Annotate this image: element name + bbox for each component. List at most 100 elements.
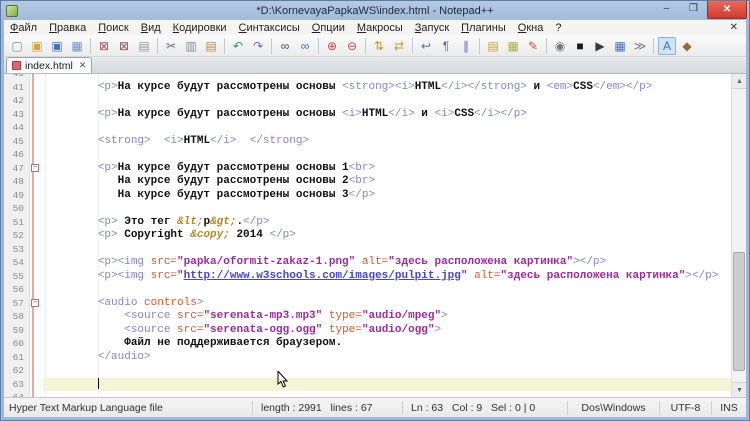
save-file-icon[interactable]: ▣: [48, 37, 66, 55]
editor-line-56[interactable]: 56: [4, 283, 731, 297]
stop-recording-icon[interactable]: ■: [571, 37, 589, 55]
title-bar[interactable]: *D:\KornevayaPapkaWS\index.html - Notepa…: [1, 1, 749, 20]
status-encoding[interactable]: UTF-8: [660, 401, 712, 415]
spell-check-icon[interactable]: A: [658, 37, 676, 55]
close-button[interactable]: ✕: [707, 1, 747, 19]
menu-item-плагины[interactable]: Плагины: [455, 22, 512, 34]
code-line-text: [43, 202, 731, 216]
scroll-up-arrow-icon[interactable]: ▲: [732, 74, 746, 89]
fold-cell: [30, 270, 43, 284]
menubar-close-icon[interactable]: ✕: [722, 22, 746, 33]
window-title: *D:\KornevayaPapkaWS\index.html - Notepa…: [1, 5, 749, 17]
fold-cell: [30, 283, 43, 297]
editor-line-47[interactable]: 47− <p>На курсе будут рассмотрены основы…: [4, 162, 731, 176]
editor-line-53[interactable]: 53: [4, 243, 731, 257]
playback-macro-icon[interactable]: ▶: [591, 37, 609, 55]
save-macro-icon[interactable]: ▦: [611, 37, 629, 55]
plugin-hand-icon[interactable]: ◆: [678, 37, 696, 55]
maximize-button[interactable]: ❐: [680, 1, 707, 16]
editor-line-60[interactable]: 60 Файл не поддерживается браузером.: [4, 337, 731, 351]
run-macro-multiple-icon[interactable]: ≫: [631, 37, 649, 55]
menu-item-запуск[interactable]: Запуск: [409, 22, 455, 34]
editor-line-48[interactable]: 48 На курсе будут рассмотрены основы 2<b…: [4, 175, 731, 189]
editor-line-49[interactable]: 49 На курсе будут рассмотрены основы 3</…: [4, 189, 731, 203]
line-number: 43: [4, 108, 30, 122]
mouse-cursor: [277, 371, 289, 389]
editor-line-42[interactable]: 42: [4, 94, 731, 108]
editor-line-46[interactable]: 46: [4, 148, 731, 162]
paste-icon[interactable]: ▤: [202, 37, 220, 55]
word-wrap-icon[interactable]: ↩: [417, 37, 435, 55]
editor-line-51[interactable]: 51 <p> Это тег &lt;p&gt;.</p>: [4, 216, 731, 230]
toolbar-separator: [90, 38, 91, 54]
new-file-icon[interactable]: ▢: [8, 37, 26, 55]
show-all-characters-icon[interactable]: ¶: [437, 37, 455, 55]
code-editor[interactable]: 4041 <p>На курсе будут рассмотрены основ…: [4, 74, 746, 397]
editor-line-44[interactable]: 44: [4, 121, 731, 135]
menu-item-макросы[interactable]: Макросы: [351, 22, 409, 34]
editor-line-43[interactable]: 43 <p>На курсе будут рассмотрены основы …: [4, 108, 731, 122]
code-line-text: <p> Copyright &copy; 2014 </p>: [43, 229, 731, 243]
code-line-text: <source src="serenata-mp3.mp3" type="aud…: [43, 310, 731, 324]
zoom-out-icon[interactable]: ⊖: [343, 37, 361, 55]
editor-line-55[interactable]: 55 <p><img src="http://www.w3schools.com…: [4, 270, 731, 284]
sync-vertical-scroll-icon[interactable]: ⇅: [370, 37, 388, 55]
menu-item-кодировки[interactable]: Кодировки: [167, 22, 233, 34]
zoom-in-icon[interactable]: ⊕: [323, 37, 341, 55]
status-insert-mode[interactable]: INS: [712, 401, 746, 415]
text-caret: [98, 378, 99, 389]
editor-line-52[interactable]: 52 <p> Copyright &copy; 2014 </p>: [4, 229, 731, 243]
menu-item-опции[interactable]: Опции: [306, 22, 351, 34]
cut-icon[interactable]: ✂: [162, 37, 180, 55]
minimize-button[interactable]: –: [653, 1, 680, 16]
menu-item-окна[interactable]: Окна: [512, 22, 550, 34]
close-file-icon[interactable]: ⊠: [95, 37, 113, 55]
scrollbar-thumb[interactable]: [733, 252, 745, 372]
undo-icon[interactable]: ↶: [229, 37, 247, 55]
status-eol-format[interactable]: Dos\Windows: [568, 401, 660, 415]
menu-item-синтаксисы[interactable]: Синтаксисы: [233, 22, 306, 34]
editor-line-62[interactable]: 62: [4, 364, 731, 378]
editor-line-59[interactable]: 59 <source src="serenata-ogg.ogg" type="…: [4, 324, 731, 338]
print-icon[interactable]: ▤: [135, 37, 153, 55]
editor-line-57[interactable]: 57− <audio controls>: [4, 297, 731, 311]
redo-icon[interactable]: ↷: [249, 37, 267, 55]
editor-line-54[interactable]: 54 <p><img src="papka/oformit-zakaz-1.pn…: [4, 256, 731, 270]
code-line-text: <p><img src="http://www.w3schools.com/im…: [43, 270, 731, 284]
scroll-down-arrow-icon[interactable]: ▼: [732, 382, 746, 397]
editor-line-63[interactable]: 63: [4, 378, 731, 392]
menu-item-?[interactable]: ?: [549, 22, 567, 34]
document-map-icon[interactable]: ▦: [504, 37, 522, 55]
fold-collapse-icon[interactable]: −: [31, 299, 39, 307]
copy-icon[interactable]: ▥: [182, 37, 200, 55]
user-defined-language-icon[interactable]: ▤: [484, 37, 502, 55]
code-area[interactable]: 4041 <p>На курсе будут рассмотрены основ…: [43, 74, 731, 397]
replace-icon[interactable]: ∞: [296, 37, 314, 55]
tab-close-icon[interactable]: ✕: [77, 60, 87, 71]
fold-cell: [30, 216, 43, 230]
vertical-scrollbar[interactable]: ▲ ▼: [731, 74, 746, 397]
editor-line-41[interactable]: 41 <p>На курсе будут рассмотрены основы …: [4, 81, 731, 95]
menu-item-файл[interactable]: Файл: [4, 22, 43, 34]
editor-line-45[interactable]: 45 <strong> <i>HTML</i> </strong>: [4, 135, 731, 149]
tab-index-html[interactable]: index.html ✕: [6, 57, 92, 73]
editor-line-50[interactable]: 50: [4, 202, 731, 216]
open-file-icon[interactable]: ▣: [28, 37, 46, 55]
fold-cell: −: [30, 297, 43, 311]
sync-horizontal-scroll-icon[interactable]: ⇄: [390, 37, 408, 55]
fold-cell: [30, 121, 43, 135]
menu-item-вид[interactable]: Вид: [135, 22, 167, 34]
save-all-icon[interactable]: ▦: [68, 37, 86, 55]
function-list-icon[interactable]: ✎: [524, 37, 542, 55]
fold-collapse-icon[interactable]: −: [31, 164, 39, 172]
status-line-number: Ln : 63: [411, 402, 443, 414]
start-recording-icon[interactable]: ◉: [551, 37, 569, 55]
find-icon[interactable]: ∞: [276, 37, 294, 55]
menu-item-поиск[interactable]: Поиск: [92, 22, 134, 34]
close-all-icon[interactable]: ⊠: [115, 37, 133, 55]
show-indent-guide-icon[interactable]: ∥: [457, 37, 475, 55]
menu-item-правка[interactable]: Правка: [43, 22, 92, 34]
editor-line-61[interactable]: 61 </audio>: [4, 351, 731, 365]
editor-line-58[interactable]: 58 <source src="serenata-mp3.mp3" type="…: [4, 310, 731, 324]
status-lines: lines : 67: [330, 402, 372, 414]
